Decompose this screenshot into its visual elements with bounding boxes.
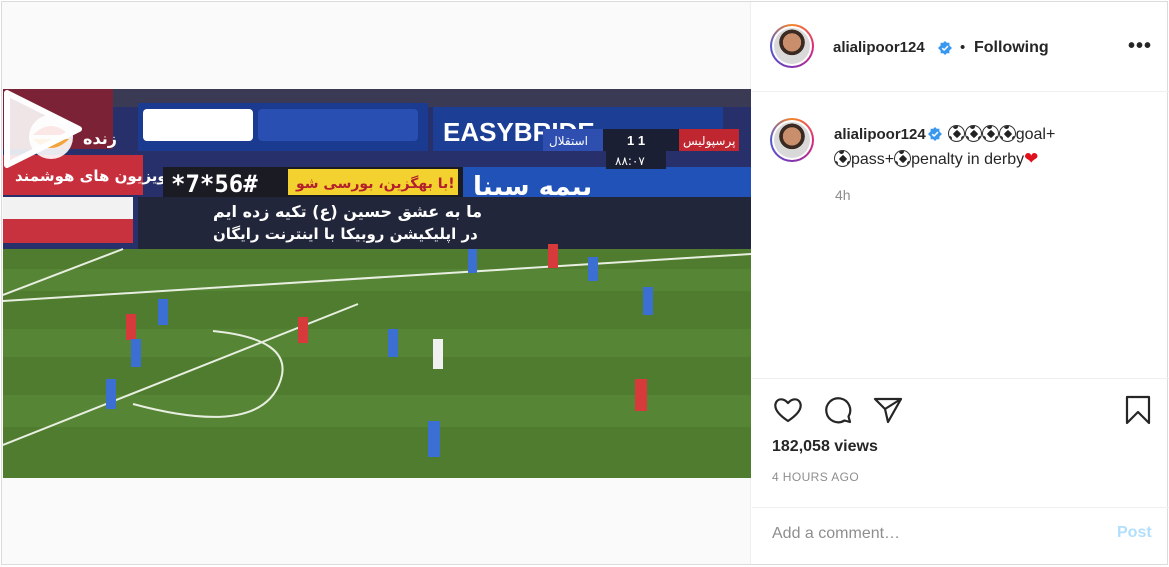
red-heart-icon: ❤ [1024,149,1039,168]
caption-text-penalty: penalty in derby [911,151,1025,168]
soccer-ball-icon [894,150,912,167]
caption-timestamp[interactable]: 4h [835,187,851,203]
avatar[interactable] [770,24,814,68]
verified-badge-icon [927,127,942,141]
video-player[interactable]: EASYBRIDE تلویزیون های هوشمند *7*56# با … [3,89,751,478]
post-timestamp[interactable]: 4 HOURS AGO [772,470,859,484]
save-bookmark-icon[interactable] [1122,394,1154,426]
live-label: زنده [83,129,117,148]
score: 1 1 [627,133,645,148]
comment-icon[interactable] [822,394,854,426]
media-panel: EASYBRIDE تلویزیون های هوشمند *7*56# با … [2,2,751,564]
slogan-line-1: ما به عشق حسین (ع) تکیه زده ایم [213,202,482,221]
soccer-ball-icon [834,150,851,167]
post-card: EASYBRIDE تلویزیون های هوشمند *7*56# با … [1,1,1169,565]
banner-fa-text: با بهگزین، بورسی شو! [295,175,455,192]
soccer-ball-icon [947,125,965,142]
like-heart-icon[interactable] [772,394,804,426]
video-frame: EASYBRIDE تلویزیون های هوشمند *7*56# با … [3,89,751,478]
caption-username[interactable]: alialipoor124 [834,126,926,143]
verified-badge-icon [938,41,952,55]
soccer-ball-icon [964,125,982,142]
side-banner-text: تلویزیون های هوشمند [15,167,179,185]
author-username[interactable]: alialipoor124 [833,39,925,56]
more-options-icon[interactable]: ••• [1128,36,1152,56]
caption-avatar[interactable] [770,118,814,162]
following-button[interactable]: Following [974,39,1049,57]
soccer-ball-icon [981,125,999,142]
views-count[interactable]: 182,058 views [772,438,878,456]
comments-section: alialipoor124 goal+ pass+ penalty in derb… [752,93,1169,378]
caption: alialipoor124 goal+ pass+ penalty in derb… [834,123,1154,172]
add-comment-section: Post [752,507,1169,564]
separator-dot: • [960,39,966,56]
slogan-line-2: در اپلیکیشن روبیکا با اینترنت رایگان [213,225,478,244]
play-icon[interactable] [3,89,83,169]
share-icon[interactable] [872,394,904,426]
soccer-ball-icon [998,125,1016,142]
comment-input[interactable] [772,522,1092,546]
team-home: پرسپولیس [683,134,735,149]
match-clock: ۸۸:۰۷ [615,154,645,168]
post-comment-button[interactable]: Post [1117,524,1152,542]
caption-text-pass: pass+ [851,151,895,168]
post-sidebar: alialipoor124 • Following ••• alialipoor… [752,2,1169,564]
action-bar: 182,058 views 4 HOURS AGO [752,378,1169,506]
post-header: alialipoor124 • Following ••• [752,2,1169,92]
team-away: استقلال [549,134,588,148]
caption-text-goal: goal+ [1015,126,1056,143]
code-text: *7*56# [171,170,258,198]
